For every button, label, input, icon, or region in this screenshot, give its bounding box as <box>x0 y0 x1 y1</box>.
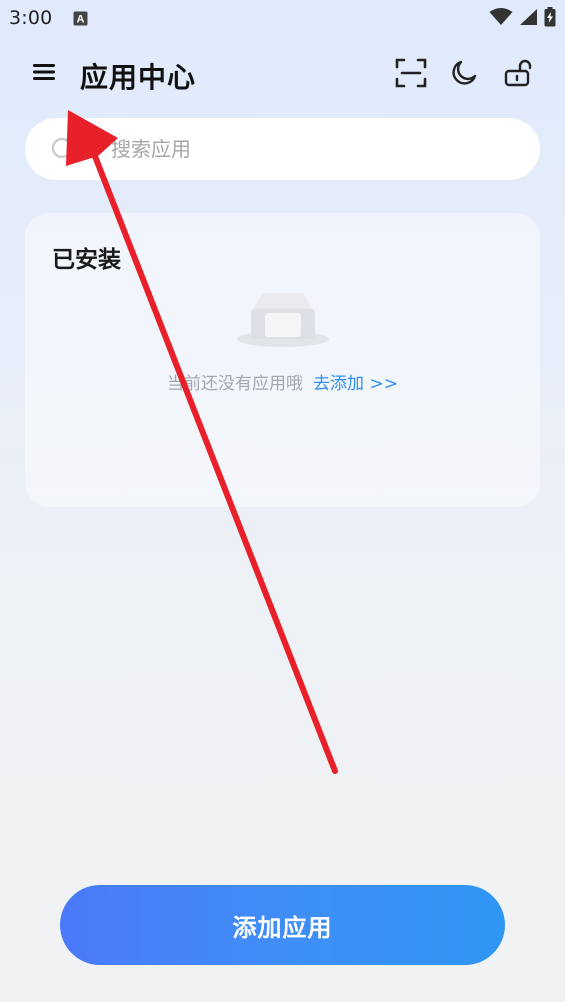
moon-icon <box>450 59 478 91</box>
menu-button[interactable] <box>28 58 60 90</box>
unlock-icon <box>503 58 533 92</box>
a-letter-icon: A <box>73 11 88 26</box>
empty-tray-icon <box>235 289 331 349</box>
installed-section-title: 已安装 <box>52 247 121 273</box>
app-bar: 应用中心 <box>0 48 565 100</box>
status-icons <box>489 7 556 31</box>
battery-charging-icon <box>544 7 556 31</box>
installed-apps-card: 已安装 当前还没有应用哦 去添加 >> <box>25 213 540 507</box>
add-app-button[interactable]: 添加应用 <box>60 885 505 965</box>
signal-icon <box>519 8 538 30</box>
empty-state-text: 当前还没有应用哦 <box>167 374 304 394</box>
status-bar: 3:00 A <box>0 0 565 40</box>
page-title: 应用中心 <box>80 61 197 94</box>
search-box[interactable] <box>25 118 540 180</box>
search-input[interactable] <box>111 118 511 180</box>
status-time: 3:00 <box>9 7 53 29</box>
go-add-link[interactable]: 去添加 >> <box>313 374 398 394</box>
scan-icon <box>395 57 427 93</box>
empty-state: 当前还没有应用哦 去添加 >> <box>25 369 540 394</box>
wifi-icon <box>489 8 513 30</box>
scan-button[interactable] <box>393 57 429 93</box>
hamburger-menu-icon <box>32 62 56 86</box>
svg-text:A: A <box>77 14 85 26</box>
night-mode-button[interactable] <box>446 57 482 93</box>
search-icon <box>51 137 77 163</box>
lock-button[interactable] <box>500 57 536 93</box>
